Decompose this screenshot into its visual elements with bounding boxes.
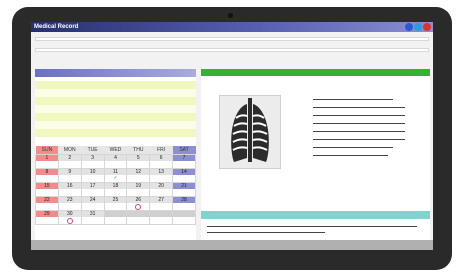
calendar-day[interactable]: 11 ✓ <box>103 168 128 183</box>
calendar-day <box>103 210 128 225</box>
calendar-day[interactable]: 3 <box>80 154 105 169</box>
list-item[interactable] <box>35 113 196 121</box>
calendar-day[interactable]: 21 <box>172 182 196 197</box>
calendar-day[interactable]: 13 <box>149 168 174 183</box>
weekday-sat: SAT <box>172 146 196 155</box>
text-line <box>207 232 325 233</box>
calendar-day <box>126 210 151 225</box>
text-line <box>313 123 405 124</box>
calendar-day[interactable]: 19 <box>126 182 151 197</box>
calendar-day <box>172 210 196 225</box>
appointment-circle-icon <box>66 218 73 224</box>
calendar-day[interactable]: 22 <box>35 196 59 211</box>
calendar-day[interactable]: 29 <box>35 210 59 225</box>
weekday-fri: FRI <box>149 146 173 155</box>
chest-xray-image[interactable] <box>219 95 281 169</box>
calendar-day[interactable]: 23 <box>57 196 82 211</box>
lungs-icon <box>220 96 280 168</box>
calendar-week: 29 30 31 <box>35 210 196 225</box>
text-line <box>313 155 388 156</box>
list-item[interactable] <box>35 105 196 113</box>
calendar-day[interactable]: 10 <box>80 168 105 183</box>
calendar-day[interactable]: 31 <box>80 210 105 225</box>
camera-dot <box>228 13 233 18</box>
app-screen: Medical Record SUN MON TUE WED THU FRI S… <box>31 22 433 250</box>
list-item[interactable] <box>35 97 196 105</box>
calendar-day <box>149 210 174 225</box>
weekday-tue: TUE <box>81 146 105 155</box>
list-item[interactable] <box>35 81 196 89</box>
bottom-status-bar <box>31 240 433 250</box>
calendar-day[interactable]: 28 <box>172 196 196 211</box>
text-line <box>313 107 405 108</box>
window-title: Medical Record <box>34 24 79 30</box>
checkmark-icon: ✓ <box>113 175 118 181</box>
calendar-week: 15 16 17 18 19 20 21 <box>35 182 196 197</box>
calendar-day[interactable]: 4 <box>103 154 128 169</box>
window-button-blue[interactable] <box>405 23 413 31</box>
record-panel <box>201 69 430 244</box>
weekday-mon: MON <box>58 146 82 155</box>
calendar-day[interactable]: 27 <box>149 196 174 211</box>
text-line <box>313 131 405 132</box>
calendar-day[interactable]: 14 <box>172 168 196 183</box>
calendar-day[interactable]: 8 <box>35 168 59 183</box>
title-bar: Medical Record <box>31 22 433 32</box>
weekday-sun: SUN <box>35 146 59 155</box>
calendar-day[interactable]: 26 <box>126 196 151 211</box>
calendar-day[interactable]: 17 <box>80 182 105 197</box>
schedule-panel-header <box>35 69 196 77</box>
calendar-day[interactable]: 18 <box>103 182 128 197</box>
calendar-day[interactable]: 16 <box>57 182 82 197</box>
calendar-day[interactable]: 25 <box>103 196 128 211</box>
calendar-day[interactable]: 20 <box>149 182 174 197</box>
window-button-teal[interactable] <box>414 23 422 31</box>
appointment-circle-icon <box>135 204 142 210</box>
text-line <box>207 226 417 227</box>
schedule-panel: SUN MON TUE WED THU FRI SAT 1 2 3 4 5 6 … <box>35 69 196 244</box>
calendar-day[interactable]: 6 <box>149 154 174 169</box>
window-controls <box>405 23 431 31</box>
notes-header <box>201 211 430 219</box>
window-button-red[interactable] <box>423 23 431 31</box>
calendar-week: 1 2 3 4 5 6 7 <box>35 154 196 169</box>
list-item[interactable] <box>35 89 196 97</box>
tablet-frame: Medical Record SUN MON TUE WED THU FRI S… <box>12 7 452 270</box>
weekday-thu: THU <box>126 146 150 155</box>
toolbar-bar[interactable] <box>35 48 429 52</box>
text-line <box>313 139 405 140</box>
calendar-weekday-row: SUN MON TUE WED THU FRI SAT <box>35 146 196 155</box>
calendar-day[interactable]: 7 <box>172 154 196 169</box>
calendar-week: 22 23 24 25 26 27 28 <box>35 196 196 211</box>
calendar-day[interactable]: 15 <box>35 182 59 197</box>
calendar-day[interactable]: 1 <box>35 154 59 169</box>
list-item[interactable] <box>35 129 196 137</box>
calendar-day[interactable]: 30 <box>57 210 82 225</box>
search-bar[interactable] <box>35 37 429 41</box>
text-line <box>313 115 405 116</box>
text-line <box>313 147 393 148</box>
calendar-day[interactable]: 9 <box>57 168 82 183</box>
calendar-day[interactable]: 24 <box>80 196 105 211</box>
list-item[interactable] <box>35 121 196 129</box>
calendar-day[interactable]: 5 <box>126 154 151 169</box>
text-line <box>313 99 393 100</box>
weekday-wed: WED <box>104 146 127 155</box>
calendar: SUN MON TUE WED THU FRI SAT 1 2 3 4 5 6 … <box>35 146 196 225</box>
calendar-day[interactable]: 12 <box>126 168 151 183</box>
record-panel-header <box>201 69 430 76</box>
calendar-day[interactable]: 2 <box>57 154 82 169</box>
calendar-week: 8 9 10 11 ✓ 12 13 14 <box>35 168 196 183</box>
